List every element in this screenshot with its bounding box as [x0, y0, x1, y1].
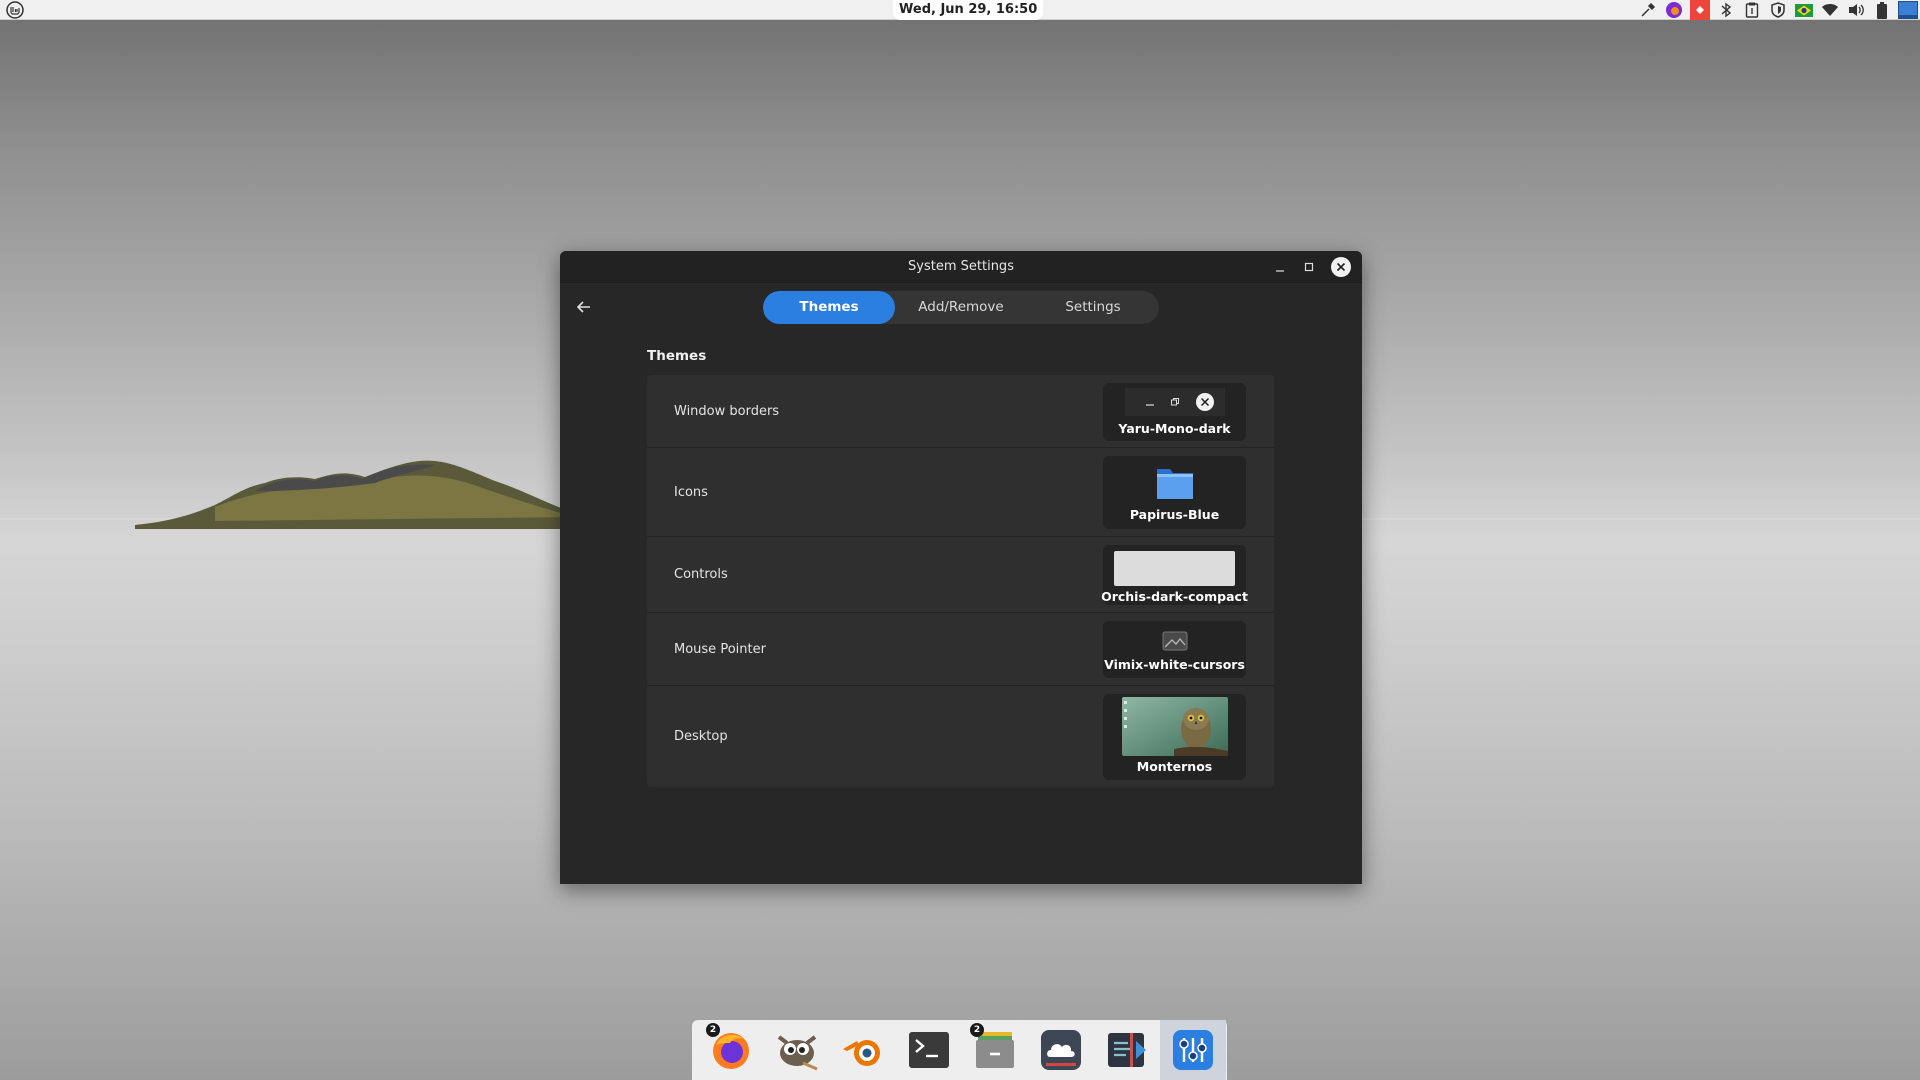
controls-chooser[interactable]: Orchis-dark-compact — [1101, 545, 1248, 605]
linux-mint-menu-icon[interactable] — [3, 1, 27, 19]
settings-app-icon — [1173, 1030, 1213, 1070]
window-toolbar: Themes Add/Remove Settings — [560, 283, 1362, 331]
system-tray — [1638, 0, 1920, 20]
row-label: Mouse Pointer — [674, 641, 766, 657]
icons-value: Papirus-Blue — [1129, 507, 1220, 522]
dock-terminal[interactable] — [896, 1020, 962, 1080]
tab-add-remove[interactable]: Add/Remove — [895, 291, 1027, 324]
terminal-icon — [909, 1032, 949, 1068]
blender-icon — [843, 1040, 880, 1066]
preview-minimize-icon — [1145, 404, 1154, 406]
row-label: Controls — [674, 567, 728, 582]
dock: 2 2 — [692, 1020, 1227, 1080]
dock-system-settings[interactable] — [1160, 1020, 1226, 1080]
maximize-button[interactable] — [1299, 257, 1319, 277]
dock-gimp[interactable] — [764, 1020, 830, 1080]
mouse-pointer-value: Vimix-white-cursors — [1104, 657, 1245, 672]
notification-badge: 2 — [970, 1023, 984, 1037]
tab-settings[interactable]: Settings — [1027, 291, 1159, 324]
cloud-icon — [1041, 1030, 1081, 1070]
mouse-pointer-chooser[interactable]: Vimix-white-cursors — [1103, 621, 1246, 678]
row-desktop: Desktop Monternos — [647, 686, 1274, 787]
bluetooth-icon[interactable] — [1716, 0, 1736, 20]
firefox-tray-icon[interactable] — [1664, 0, 1684, 20]
dock-cloud-app[interactable] — [1028, 1020, 1094, 1080]
controls-value: Orchis-dark-compact — [1101, 589, 1248, 604]
tab-bar: Themes Add/Remove Settings — [763, 290, 1159, 324]
system-settings-window: System Settings Themes Add/Remove Settin… — [560, 251, 1362, 884]
row-label: Window borders — [674, 403, 780, 419]
notification-badge: 2 — [706, 1023, 720, 1037]
image-missing-icon — [1162, 631, 1187, 651]
anydesk-icon[interactable] — [1690, 0, 1710, 20]
row-icons: Icons Papirus-Blue — [647, 448, 1274, 537]
window-borders-value: Yaru-Mono-dark — [1118, 421, 1231, 436]
gimp-icon — [777, 1035, 818, 1071]
preview-close-icon — [1195, 393, 1214, 411]
battery-icon[interactable] — [1872, 0, 1892, 20]
workspace-icon[interactable] — [1898, 0, 1918, 20]
close-button[interactable] — [1331, 257, 1351, 277]
row-label: Desktop — [674, 729, 728, 744]
dock-file-manager[interactable]: 2 — [962, 1020, 1028, 1080]
back-arrow-icon[interactable] — [572, 295, 596, 319]
folder-icon — [1156, 469, 1193, 499]
preview-restore-icon — [1170, 398, 1179, 406]
wifi-icon[interactable] — [1820, 0, 1840, 20]
dock-blender[interactable] — [830, 1020, 896, 1080]
minimize-button[interactable] — [1270, 257, 1290, 277]
panel-clock[interactable]: Wed, Jun 29, 16:50 — [893, 0, 1044, 20]
controls-preview — [1114, 551, 1235, 586]
color-picker-icon[interactable] — [1638, 0, 1658, 20]
row-window-borders: Window borders Yaru-Mono-dark — [647, 375, 1274, 448]
themes-content: Themes Window borders Yaru-Mono-dark Ico… — [647, 347, 1274, 787]
brazil-flag-icon[interactable] — [1794, 0, 1814, 20]
desktop-value: Monternos — [1136, 759, 1213, 774]
dock-code-editor[interactable] — [1094, 1020, 1160, 1080]
section-title: Themes — [647, 348, 707, 364]
row-label: Icons — [674, 484, 708, 500]
island-wallpaper — [135, 460, 595, 529]
themes-list: Window borders Yaru-Mono-dark Icons Papi… — [647, 375, 1274, 787]
window-title: System Settings — [908, 259, 1014, 274]
shield-icon[interactable] — [1768, 0, 1788, 20]
clipboard-icon[interactable] — [1742, 0, 1762, 20]
top-panel: Wed, Jun 29, 16:50 — [0, 0, 1920, 20]
desktop-chooser[interactable]: Monternos — [1103, 694, 1246, 780]
row-mouse-pointer: Mouse Pointer Vimix-white-cursors — [647, 613, 1274, 686]
owl-wallpaper-thumbnail — [1121, 697, 1228, 756]
window-borders-chooser[interactable]: Yaru-Mono-dark — [1103, 383, 1246, 441]
row-controls: Controls Orchis-dark-compact — [647, 537, 1274, 613]
icons-chooser[interactable]: Papirus-Blue — [1103, 456, 1246, 529]
window-borders-preview — [1124, 388, 1225, 416]
code-editor-icon — [1108, 1033, 1146, 1067]
window-titlebar[interactable]: System Settings — [560, 251, 1362, 283]
dock-firefox[interactable]: 2 — [698, 1020, 764, 1080]
tab-themes[interactable]: Themes — [763, 290, 895, 324]
volume-icon[interactable] — [1846, 0, 1866, 20]
